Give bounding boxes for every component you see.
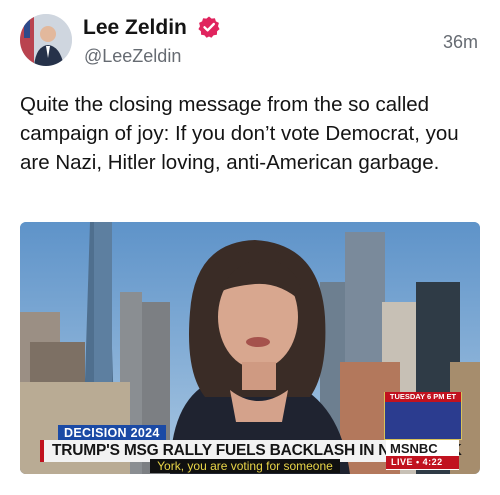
- promo-date: TUESDAY 6 PM ET: [385, 392, 461, 402]
- author-handle[interactable]: @LeeZeldin: [84, 46, 181, 67]
- decision-2024-tag: DECISION 2024: [58, 425, 166, 441]
- post-header: Lee Zeldin @LeeZeldin 36m: [0, 0, 500, 80]
- post-timestamp[interactable]: 36m: [443, 32, 478, 53]
- closed-caption: York, you are voting for someone: [150, 459, 340, 473]
- author-name[interactable]: Lee Zeldin: [83, 16, 187, 40]
- network-badge: MSNBC LIVE • 4:22: [386, 440, 459, 470]
- live-indicator: LIVE • 4:22: [386, 456, 459, 469]
- msnbc-logo: MSNBC: [390, 441, 438, 456]
- show-promo-badge: TUESDAY 6 PM ET: [384, 392, 462, 440]
- post-text: Quite the closing message from the so ca…: [20, 93, 459, 174]
- verified-badge-icon: [198, 16, 220, 38]
- avatar[interactable]: [20, 14, 72, 66]
